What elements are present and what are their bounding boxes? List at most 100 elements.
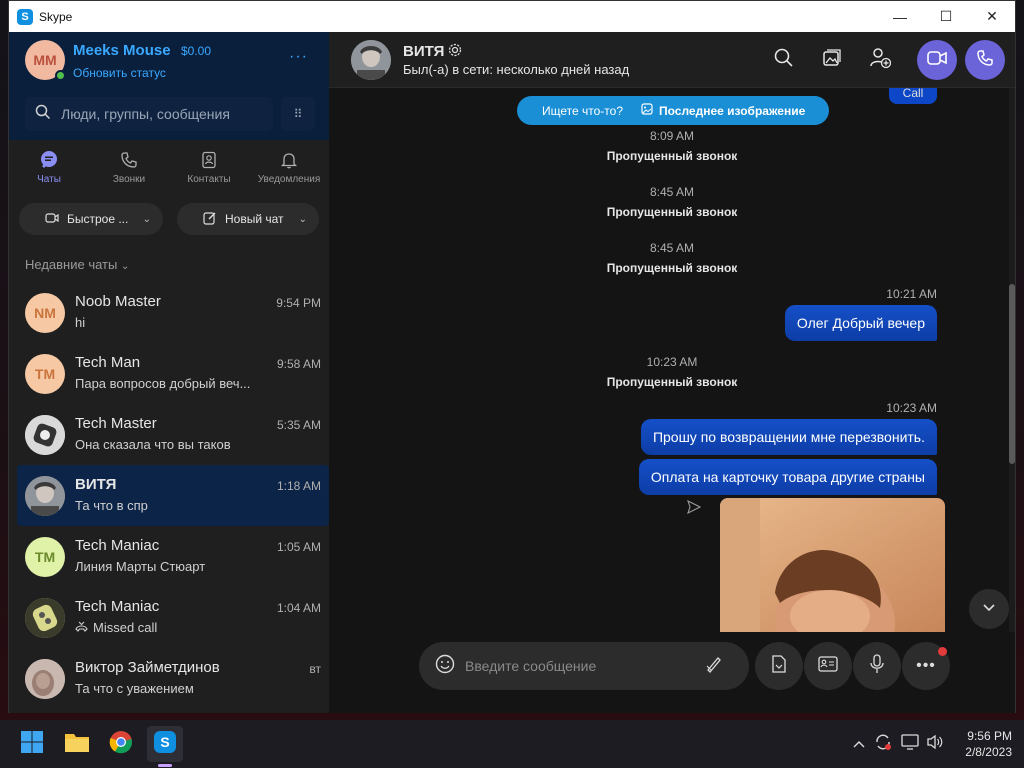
outgoing-message[interactable]: Олег Добрый вечер	[784, 305, 937, 341]
message-time: 10:23 AM	[886, 401, 937, 415]
chat-list-item[interactable]: Tech Master 5:35 AM Она сказала что вы так…	[17, 404, 329, 465]
maximize-button[interactable]: ☐	[923, 1, 969, 32]
pen-icon[interactable]	[705, 655, 723, 678]
minimize-button[interactable]: —	[877, 1, 923, 32]
tab-chats[interactable]: Чаты	[9, 150, 89, 198]
message-input[interactable]	[465, 658, 695, 674]
search-in-chat-button[interactable]	[764, 40, 804, 80]
profile-panel: MM Meeks Mouse $0.00 Обновить статус ···…	[9, 32, 329, 140]
notification-dot	[938, 647, 947, 656]
contact-name[interactable]: ВИТЯ	[403, 43, 444, 60]
quick-meeting-label: Быстрое ...	[67, 212, 129, 226]
tab-calls[interactable]: Звонки	[89, 150, 169, 198]
online-status-dot	[55, 70, 66, 81]
missed-call-event: 8:45 AM Пропущенный звонок	[569, 241, 775, 275]
chat-preview: hi	[75, 315, 86, 330]
chevron-down-icon: ⌄	[120, 261, 130, 272]
chat-list-item[interactable]: NM Noob Master 9:54 PM hi	[17, 282, 329, 343]
chat-time: 1:18 AM	[276, 479, 321, 493]
chat-avatar	[25, 659, 65, 699]
tab-contacts[interactable]: Контакты	[169, 150, 249, 198]
event-text: Пропущенный звонок	[606, 261, 738, 275]
skype-taskbar-button[interactable]: S	[147, 726, 183, 762]
chat-list-item[interactable]: TM Tech Maniac 1:05 AM Линия Марты Стюарт	[17, 526, 329, 587]
tab-notifications-label: Уведомления	[257, 174, 321, 185]
gear-icon[interactable]	[447, 42, 463, 63]
bell-icon	[279, 150, 299, 170]
missed-call-icon	[75, 620, 93, 635]
sidebar: MM Meeks Mouse $0.00 Обновить статус ···…	[9, 32, 329, 713]
taskbar: S 9:56 PM 2/8/2023	[0, 720, 1024, 768]
add-person-icon	[869, 47, 892, 74]
voice-message-button[interactable]	[853, 642, 901, 690]
tab-notifications[interactable]: Уведомления	[249, 150, 329, 198]
share-contact-button[interactable]	[804, 642, 852, 690]
video-camera-icon	[927, 50, 947, 71]
event-text: Пропущенный звонок	[606, 375, 738, 389]
more-options-button[interactable]: ···	[289, 48, 308, 66]
video-meeting-icon	[45, 211, 59, 228]
recent-chats-label: Недавние чаты	[25, 257, 118, 272]
chevron-down-icon	[982, 600, 996, 618]
outgoing-message[interactable]: Оплата на карточку товара другие страны	[638, 459, 937, 495]
chat-time: 9:54 PM	[276, 296, 321, 310]
audio-call-button[interactable]	[965, 40, 1005, 80]
sync-status-button[interactable]	[872, 730, 894, 758]
dialpad-button[interactable]: ⠿	[281, 97, 315, 131]
gallery-button[interactable]	[812, 40, 852, 80]
message-bubble[interactable]: Call	[889, 88, 937, 104]
my-name[interactable]: Meeks Mouse	[73, 42, 171, 59]
chat-time: вт	[309, 662, 321, 676]
microphone-icon	[870, 653, 884, 679]
tray-overflow-button[interactable]	[848, 730, 870, 758]
quick-meeting-button[interactable]: Быстрое ... ⌄	[19, 203, 163, 235]
chrome-button[interactable]	[103, 726, 139, 762]
file-explorer-button[interactable]	[59, 726, 95, 762]
skype-credit-balance[interactable]: $0.00	[181, 44, 211, 58]
event-time: 10:23 AM	[646, 355, 698, 369]
chat-list-item[interactable]: TM Tech Man 9:58 AM Пара вопросов добрый ве…	[17, 343, 329, 404]
recent-chats-header[interactable]: Недавние чаты ⌄	[25, 257, 129, 272]
update-status-link[interactable]: Обновить статус	[73, 66, 166, 80]
add-participant-button[interactable]	[860, 40, 900, 80]
last-image-label: Последнее изображение	[659, 103, 806, 118]
phone-icon	[119, 150, 139, 170]
scrollbar-thumb[interactable]	[1009, 284, 1015, 464]
search-input[interactable]	[61, 106, 261, 122]
close-button[interactable]: ✕	[969, 1, 1015, 32]
start-button[interactable]	[14, 726, 50, 762]
taskbar-clock[interactable]: 9:56 PM 2/8/2023	[954, 728, 1012, 760]
conversation-header: ВИТЯ Был(-а) в сети: несколько дней наза…	[329, 32, 1015, 88]
speaker-icon	[926, 734, 944, 755]
chat-list-item[interactable]: Tech Maniac 1:04 AM Missed call	[17, 587, 329, 648]
vertical-scrollbar[interactable]	[1009, 88, 1015, 632]
scroll-to-bottom-button[interactable]	[969, 589, 1009, 629]
network-button[interactable]	[899, 730, 921, 758]
chevron-down-icon: ⌄	[142, 213, 151, 225]
share-file-button[interactable]	[755, 642, 803, 690]
contact-avatar[interactable]	[351, 40, 391, 80]
event-time: 8:45 AM	[649, 185, 695, 199]
more-actions-button[interactable]: •••	[902, 642, 950, 690]
event-text: Пропущенный звонок	[606, 149, 738, 163]
find-banner[interactable]: Ищете что-то? Последнее изображение	[517, 96, 829, 125]
outgoing-message[interactable]: Прошу по возвращении мне перезвонить.	[640, 419, 937, 455]
chevron-up-icon	[853, 735, 865, 753]
new-chat-button[interactable]: Новый чат ⌄	[177, 203, 319, 235]
chat-time: 5:35 AM	[276, 418, 321, 432]
chat-list-item[interactable]: Виктор Займетдинов вт Та что с уважением	[17, 648, 329, 709]
search-box[interactable]	[25, 97, 273, 131]
chat-icon	[39, 150, 59, 170]
volume-button[interactable]	[924, 730, 946, 758]
chat-name: Tech Man	[75, 354, 141, 371]
file-icon	[771, 654, 787, 678]
chat-avatar	[25, 415, 65, 455]
emoji-icon[interactable]	[435, 654, 455, 679]
window-title: Skype	[39, 9, 73, 24]
last-image-link[interactable]: Последнее изображение	[641, 103, 805, 118]
chat-list-item[interactable]: ВИТЯ 1:18 AM Та что в спр	[17, 465, 329, 526]
event-text: Пропущенный звонок	[606, 205, 738, 219]
video-call-button[interactable]	[917, 40, 957, 80]
sync-icon	[874, 733, 892, 756]
shared-photo[interactable]	[720, 498, 945, 632]
